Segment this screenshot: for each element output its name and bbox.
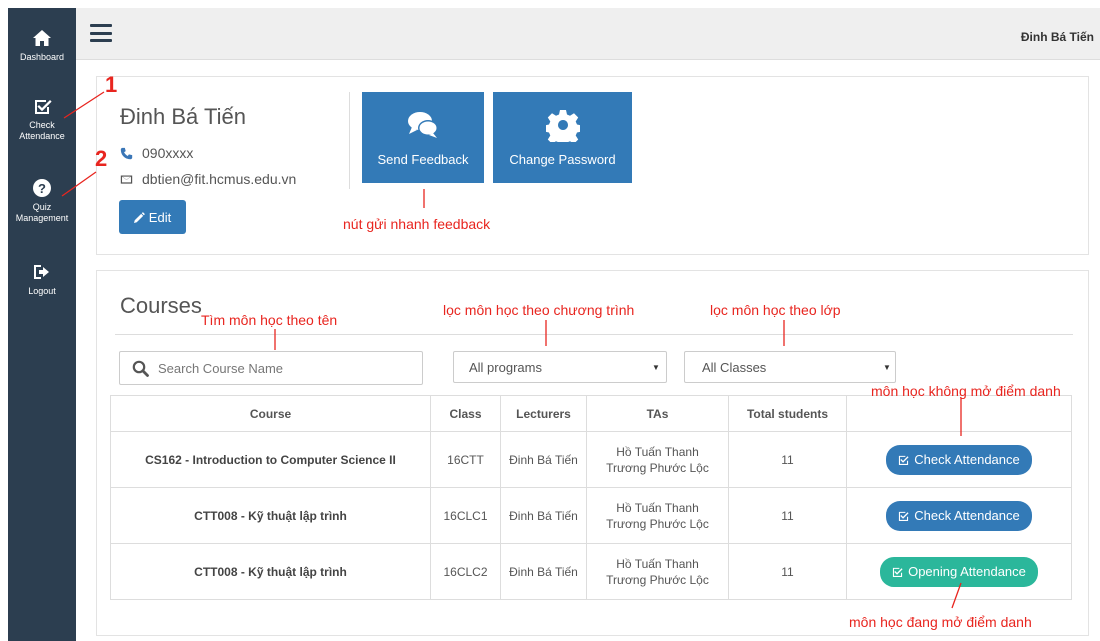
program-select[interactable]: All programs ▼: [453, 351, 667, 383]
profile-email: dbtien@fit.hcmus.edu.vn: [120, 171, 296, 187]
sidebar-item-label: Dashboard: [19, 52, 65, 62]
search-icon: [132, 360, 149, 377]
sign-out-icon: [34, 265, 49, 279]
annotation-number-1: 1: [105, 72, 118, 97]
col-header-lecturers: Lecturers: [500, 395, 587, 432]
course-total-students: 11: [728, 487, 847, 544]
pencil-icon: [133, 211, 145, 223]
col-header-tas: TAs: [586, 395, 729, 432]
annotation-open-note: môn học đang mở điểm danh: [849, 614, 1032, 630]
envelope-icon: [120, 174, 133, 184]
search-input[interactable]: [158, 360, 408, 376]
app-root: Dashboard Check Attendance ? Quiz Manage…: [0, 0, 1100, 641]
profile-panel: Đinh Bá Tiến 090xxxx dbtien@fit.hcmus.ed…: [96, 76, 1089, 255]
course-class: 16CLC1: [430, 487, 501, 544]
course-name: CS162 - Introduction to Computer Science…: [110, 431, 431, 488]
svg-text:?: ?: [38, 181, 46, 196]
sidebar-item-logout[interactable]: Logout: [8, 262, 76, 297]
courses-table: Course Class Lecturers TAs Total student…: [110, 395, 1072, 600]
phone-icon: [120, 147, 133, 159]
course-name: CTT008 - Kỹ thuật lập trình: [110, 543, 431, 600]
send-feedback-button[interactable]: Send Feedback: [362, 92, 484, 183]
menu-toggle-icon[interactable]: [90, 24, 112, 42]
annotation-search-note: Tìm môn học theo tên: [201, 312, 338, 328]
sidebar-item-label: Check Attendance: [19, 120, 65, 141]
profile-phone: 090xxxx: [120, 145, 193, 161]
sidebar-item-label: Logout: [28, 286, 56, 296]
topbar: Đinh Bá Tiến: [76, 8, 1100, 60]
sidebar: Dashboard Check Attendance ? Quiz Manage…: [8, 8, 76, 641]
sidebar-item-quiz-management[interactable]: ? Quiz Management: [8, 178, 76, 224]
check-square-icon: [892, 567, 903, 577]
caret-down-icon: ▼: [652, 363, 660, 372]
check-square-icon: [899, 511, 909, 521]
annotation-class-note: lọc môn học theo lớp: [710, 302, 841, 318]
check-attendance-button[interactable]: Check Attendance: [886, 500, 1032, 531]
courses-divider: [115, 334, 1073, 335]
table-header-row: Course Class Lecturers TAs Total student…: [110, 395, 1072, 432]
gear-icon: [545, 110, 580, 142]
change-password-button[interactable]: Change Password: [493, 92, 632, 183]
course-tas: Hồ Tuấn Thanh Trương Phước Lộc: [586, 431, 729, 488]
course-class: 16CLC2: [430, 543, 501, 600]
table-row: CTT008 - Kỹ thuật lập trình 16CLC1 Đinh …: [110, 487, 1072, 544]
comments-icon: [408, 112, 438, 138]
check-attendance-button[interactable]: Check Attendance: [886, 444, 1032, 475]
col-header-total-students: Total students: [728, 395, 847, 432]
sidebar-item-check-attendance[interactable]: Check Attendance: [8, 96, 76, 142]
course-action: Check Attendance: [846, 487, 1072, 544]
sidebar-item-label: Quiz Management: [15, 202, 69, 223]
col-header-action: [846, 395, 1072, 432]
sidebar-item-dashboard[interactable]: Dashboard: [8, 28, 76, 63]
table-row: CTT008 - Kỹ thuật lập trình 16CLC2 Đinh …: [110, 543, 1072, 600]
search-box[interactable]: [119, 351, 423, 385]
question-circle-icon: ?: [33, 179, 51, 197]
home-icon: [33, 30, 51, 46]
current-user-name[interactable]: Đinh Bá Tiến: [1021, 30, 1094, 44]
course-action: Check Attendance: [846, 431, 1072, 488]
profile-name: Đinh Bá Tiến: [120, 104, 246, 129]
annotation-number-2: 2: [95, 146, 108, 171]
course-class: 16CTT: [430, 431, 501, 488]
course-name: CTT008 - Kỹ thuật lập trình: [110, 487, 431, 544]
course-tas: Hồ Tuấn Thanh Trương Phước Lộc: [586, 487, 729, 544]
class-select[interactable]: All Classes ▼: [684, 351, 896, 383]
profile-divider: [349, 92, 350, 189]
course-total-students: 11: [728, 543, 847, 600]
course-action: Opening Attendance: [846, 543, 1072, 600]
edit-profile-button[interactable]: Edit: [119, 200, 186, 234]
course-lecturer: Đinh Bá Tiến: [500, 543, 587, 600]
check-square-icon: [899, 455, 909, 465]
caret-down-icon: ▼: [883, 363, 891, 372]
table-row: CS162 - Introduction to Computer Science…: [110, 431, 1072, 488]
annotation-program-note: lọc môn học theo chương trình: [443, 302, 635, 318]
annotation-not-open-note: môn học không mở điểm danh: [871, 383, 1061, 399]
course-tas: Hồ Tuấn Thanh Trương Phước Lộc: [586, 543, 729, 600]
course-lecturer: Đinh Bá Tiến: [500, 487, 587, 544]
checkbox-icon: [35, 100, 52, 114]
annotation-feedback-note: nút gửi nhanh feedback: [343, 216, 491, 232]
col-header-class: Class: [430, 395, 501, 432]
opening-attendance-button[interactable]: Opening Attendance: [880, 556, 1038, 587]
course-lecturer: Đinh Bá Tiến: [500, 431, 587, 488]
col-header-course: Course: [110, 395, 431, 432]
courses-title: Courses: [120, 293, 202, 318]
course-total-students: 11: [728, 431, 847, 488]
